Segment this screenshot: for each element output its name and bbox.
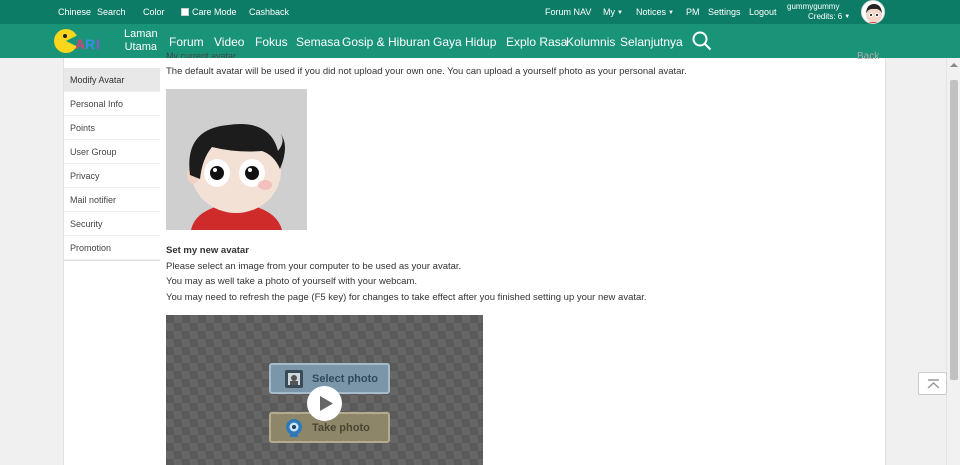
avatar[interactable] bbox=[861, 0, 885, 24]
care-mode-toggle[interactable]: Care Mode bbox=[181, 7, 237, 17]
sidebar-item-security[interactable]: Security bbox=[64, 212, 160, 236]
cartoon-avatar-icon bbox=[166, 89, 307, 230]
nav-home-line2: Utama bbox=[124, 41, 158, 53]
sidebar-item-privacy[interactable]: Privacy bbox=[64, 164, 160, 188]
logo-icon: A R I bbox=[54, 29, 100, 53]
back-link[interactable]: Back bbox=[857, 51, 879, 62]
settings-link[interactable]: Settings bbox=[708, 7, 741, 17]
credits-menu[interactable]: Credits: 6 ▼ bbox=[808, 12, 850, 21]
avatar-face-icon bbox=[866, 4, 882, 23]
page-scrollbar[interactable] bbox=[946, 58, 960, 465]
play-button[interactable] bbox=[307, 386, 342, 421]
sidebar-item-mail-notifier[interactable]: Mail notifier bbox=[64, 188, 160, 212]
nav-gaya-hidup[interactable]: Gaya Hidup bbox=[433, 35, 496, 49]
color-link[interactable]: Color bbox=[143, 7, 165, 17]
site-logo[interactable]: A R I bbox=[52, 26, 110, 56]
back-to-top-button[interactable] bbox=[918, 372, 947, 395]
notices-label: Notices bbox=[636, 7, 667, 17]
care-mode-label: Care Mode bbox=[192, 7, 237, 17]
top-bar: Chinese Search Color Care Mode Cashback … bbox=[0, 0, 960, 24]
pm-link[interactable]: PM bbox=[686, 7, 700, 17]
nav-home[interactable]: Laman Utama bbox=[124, 28, 158, 54]
credits-label: Credits: 6 bbox=[808, 12, 843, 21]
search-icon[interactable] bbox=[692, 31, 712, 51]
default-avatar-note: The default avatar will be used if you d… bbox=[166, 66, 687, 77]
current-avatar-heading: My current avatar bbox=[166, 51, 237, 58]
sidebar-item-modify-avatar[interactable]: Modify Avatar bbox=[64, 68, 160, 92]
chevron-down-icon: ▼ bbox=[844, 14, 851, 20]
nav-fokus[interactable]: Fokus bbox=[255, 35, 288, 49]
set-avatar-heading: Set my new avatar bbox=[166, 245, 249, 256]
nav-explo-rasa[interactable]: Explo Rasa bbox=[506, 35, 567, 49]
sidebar-item-promotion[interactable]: Promotion bbox=[64, 236, 160, 260]
back-to-top-icon bbox=[927, 379, 940, 389]
settings-sidebar: Modify Avatar Personal Info Points User … bbox=[64, 68, 160, 261]
scrollbar-thumb[interactable] bbox=[950, 80, 958, 380]
chevron-down-icon: ▼ bbox=[617, 10, 623, 16]
notices-menu[interactable]: Notices ▼ bbox=[636, 7, 674, 17]
nav-kolumnis[interactable]: Kolumnis bbox=[566, 35, 615, 49]
nav-forum[interactable]: Forum bbox=[169, 35, 204, 49]
nav-video[interactable]: Video bbox=[214, 35, 244, 49]
select-photo-label: Select photo bbox=[312, 373, 379, 385]
svg-text:A: A bbox=[75, 36, 85, 52]
sidebar-item-user-group[interactable]: User Group bbox=[64, 140, 160, 164]
checkbox-icon[interactable] bbox=[181, 8, 189, 16]
search-link[interactable]: Search bbox=[97, 7, 126, 17]
logout-link[interactable]: Logout bbox=[749, 7, 777, 17]
chevron-down-icon: ▼ bbox=[668, 10, 674, 16]
svg-text:I: I bbox=[96, 36, 100, 52]
main-nav: A R I Laman Utama Forum Video Fokus Sema… bbox=[0, 24, 960, 58]
scroll-up-arrow-icon[interactable] bbox=[947, 58, 960, 72]
forum-nav-link[interactable]: Forum NAV bbox=[545, 7, 591, 17]
avatar-uploader: Select photo Take photo bbox=[166, 315, 483, 465]
sidebar-item-points[interactable]: Points bbox=[64, 116, 160, 140]
take-photo-label: Take photo bbox=[312, 422, 370, 434]
photo-frame-icon bbox=[285, 370, 303, 388]
current-avatar-image bbox=[166, 89, 307, 230]
webcam-icon bbox=[286, 419, 302, 437]
nav-selanjutnya[interactable]: Selanjutnya bbox=[620, 35, 683, 49]
nav-gosip-hiburan[interactable]: Gosip & Hiburan bbox=[342, 35, 430, 49]
instruction-line-2: You may as well take a photo of yourself… bbox=[166, 276, 417, 287]
sidebar-item-personal-info[interactable]: Personal Info bbox=[64, 92, 160, 116]
instruction-line-1: Please select an image from your compute… bbox=[166, 261, 462, 272]
my-menu-label: My bbox=[603, 7, 615, 17]
instruction-line-3: You may need to refresh the page (F5 key… bbox=[166, 292, 647, 303]
cashback-link[interactable]: Cashback bbox=[249, 7, 289, 17]
username[interactable]: gummygummy bbox=[787, 2, 839, 11]
chinese-link[interactable]: Chinese bbox=[58, 7, 91, 17]
play-icon bbox=[320, 396, 333, 411]
my-menu[interactable]: My ▼ bbox=[603, 7, 623, 17]
nav-semasa[interactable]: Semasa bbox=[296, 35, 340, 49]
svg-text:R: R bbox=[85, 36, 95, 52]
nav-home-line1: Laman bbox=[124, 28, 158, 40]
